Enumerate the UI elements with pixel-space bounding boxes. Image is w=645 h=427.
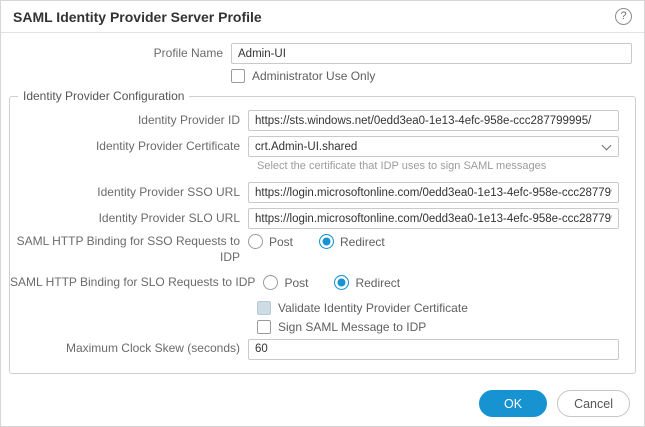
profile-name-input[interactable] bbox=[231, 43, 632, 64]
cancel-button[interactable]: Cancel bbox=[557, 390, 630, 417]
validate-cert-row: Validate Identity Provider Certificate bbox=[257, 300, 619, 315]
sso-binding-post-radio[interactable]: Post bbox=[248, 234, 293, 249]
slo-binding-radio-group: Post Redirect bbox=[263, 275, 401, 291]
sign-saml-checkbox[interactable] bbox=[257, 319, 271, 334]
slo-binding-label: SAML HTTP Binding for SLO Requests to ID… bbox=[10, 275, 256, 290]
sso-binding-post-label: Post bbox=[269, 234, 294, 249]
radio-icon bbox=[263, 275, 279, 291]
dialog-titlebar: SAML Identity Provider Server Profile ? bbox=[1, 1, 644, 33]
chevron-down-icon bbox=[601, 140, 612, 150]
radio-icon bbox=[319, 234, 335, 249]
clock-skew-row: Maximum Clock Skew (seconds) bbox=[10, 338, 619, 360]
sso-binding-redirect-radio[interactable]: Redirect bbox=[319, 234, 385, 249]
idp-certificate-row: Identity Provider Certificate crt.Admin-… bbox=[10, 136, 619, 157]
section-legend: Identity Provider Configuration bbox=[23, 89, 185, 103]
saml-idp-server-profile-dialog: SAML Identity Provider Server Profile ? … bbox=[0, 0, 645, 427]
profile-name-label: Profile Name bbox=[153, 45, 223, 60]
slo-binding-post-label: Post bbox=[284, 275, 309, 290]
idp-certificate-select[interactable]: crt.Admin-UI.shared bbox=[248, 136, 619, 157]
idp-id-label: Identity Provider ID bbox=[137, 112, 240, 127]
sign-saml-label: Sign SAML Message to IDP bbox=[278, 319, 427, 334]
slo-url-row: Identity Provider SLO URL bbox=[10, 208, 619, 229]
slo-url-label: Identity Provider SLO URL bbox=[98, 210, 240, 225]
validate-cert-checkbox[interactable] bbox=[257, 300, 271, 315]
idp-certificate-help-text: Select the certificate that IDP uses to … bbox=[257, 160, 547, 172]
clock-skew-input[interactable] bbox=[248, 338, 619, 360]
slo-binding-redirect-radio[interactable]: Redirect bbox=[334, 275, 401, 291]
sso-url-row: Identity Provider SSO URL bbox=[10, 182, 619, 203]
slo-url-input[interactable] bbox=[248, 208, 619, 229]
slo-binding-redirect-label: Redirect bbox=[355, 275, 401, 290]
ok-button[interactable]: OK bbox=[479, 390, 548, 417]
sso-binding-label: SAML HTTP Binding for SSO Requests to ID… bbox=[16, 234, 240, 264]
idp-id-row: Identity Provider ID bbox=[10, 110, 619, 131]
admin-only-label: Administrator Use Only bbox=[252, 69, 376, 83]
admin-only-checkbox[interactable] bbox=[231, 69, 245, 83]
help-icon[interactable]: ? bbox=[615, 8, 632, 25]
radio-icon bbox=[248, 234, 263, 249]
sso-binding-redirect-label: Redirect bbox=[340, 234, 385, 249]
idp-id-input[interactable] bbox=[248, 110, 619, 131]
clock-skew-label: Maximum Clock Skew (seconds) bbox=[65, 341, 240, 356]
radio-icon bbox=[334, 275, 350, 291]
sso-url-input[interactable] bbox=[248, 182, 619, 203]
admin-only-row: Administrator Use Only bbox=[1, 69, 632, 83]
idp-certificate-label: Identity Provider Certificate bbox=[95, 138, 240, 153]
profile-name-row: Profile Name bbox=[1, 43, 632, 64]
validate-cert-label: Validate Identity Provider Certificate bbox=[278, 300, 468, 315]
dialog-title: SAML Identity Provider Server Profile bbox=[13, 8, 262, 25]
dialog-footer: OK Cancel bbox=[479, 390, 630, 417]
slo-binding-row: SAML HTTP Binding for SLO Requests to ID… bbox=[10, 275, 619, 291]
sso-binding-radio-group: Post Redirect bbox=[248, 234, 385, 249]
slo-binding-post-radio[interactable]: Post bbox=[263, 275, 309, 291]
idp-certificate-value: crt.Admin-UI.shared bbox=[255, 140, 358, 153]
sso-binding-row: SAML HTTP Binding for SSO Requests to ID… bbox=[10, 234, 619, 265]
sso-url-label: Identity Provider SSO URL bbox=[97, 184, 240, 199]
sign-saml-row: Sign SAML Message to IDP bbox=[257, 319, 619, 334]
identity-provider-configuration-section: Identity Provider Configuration Identity… bbox=[9, 89, 636, 374]
